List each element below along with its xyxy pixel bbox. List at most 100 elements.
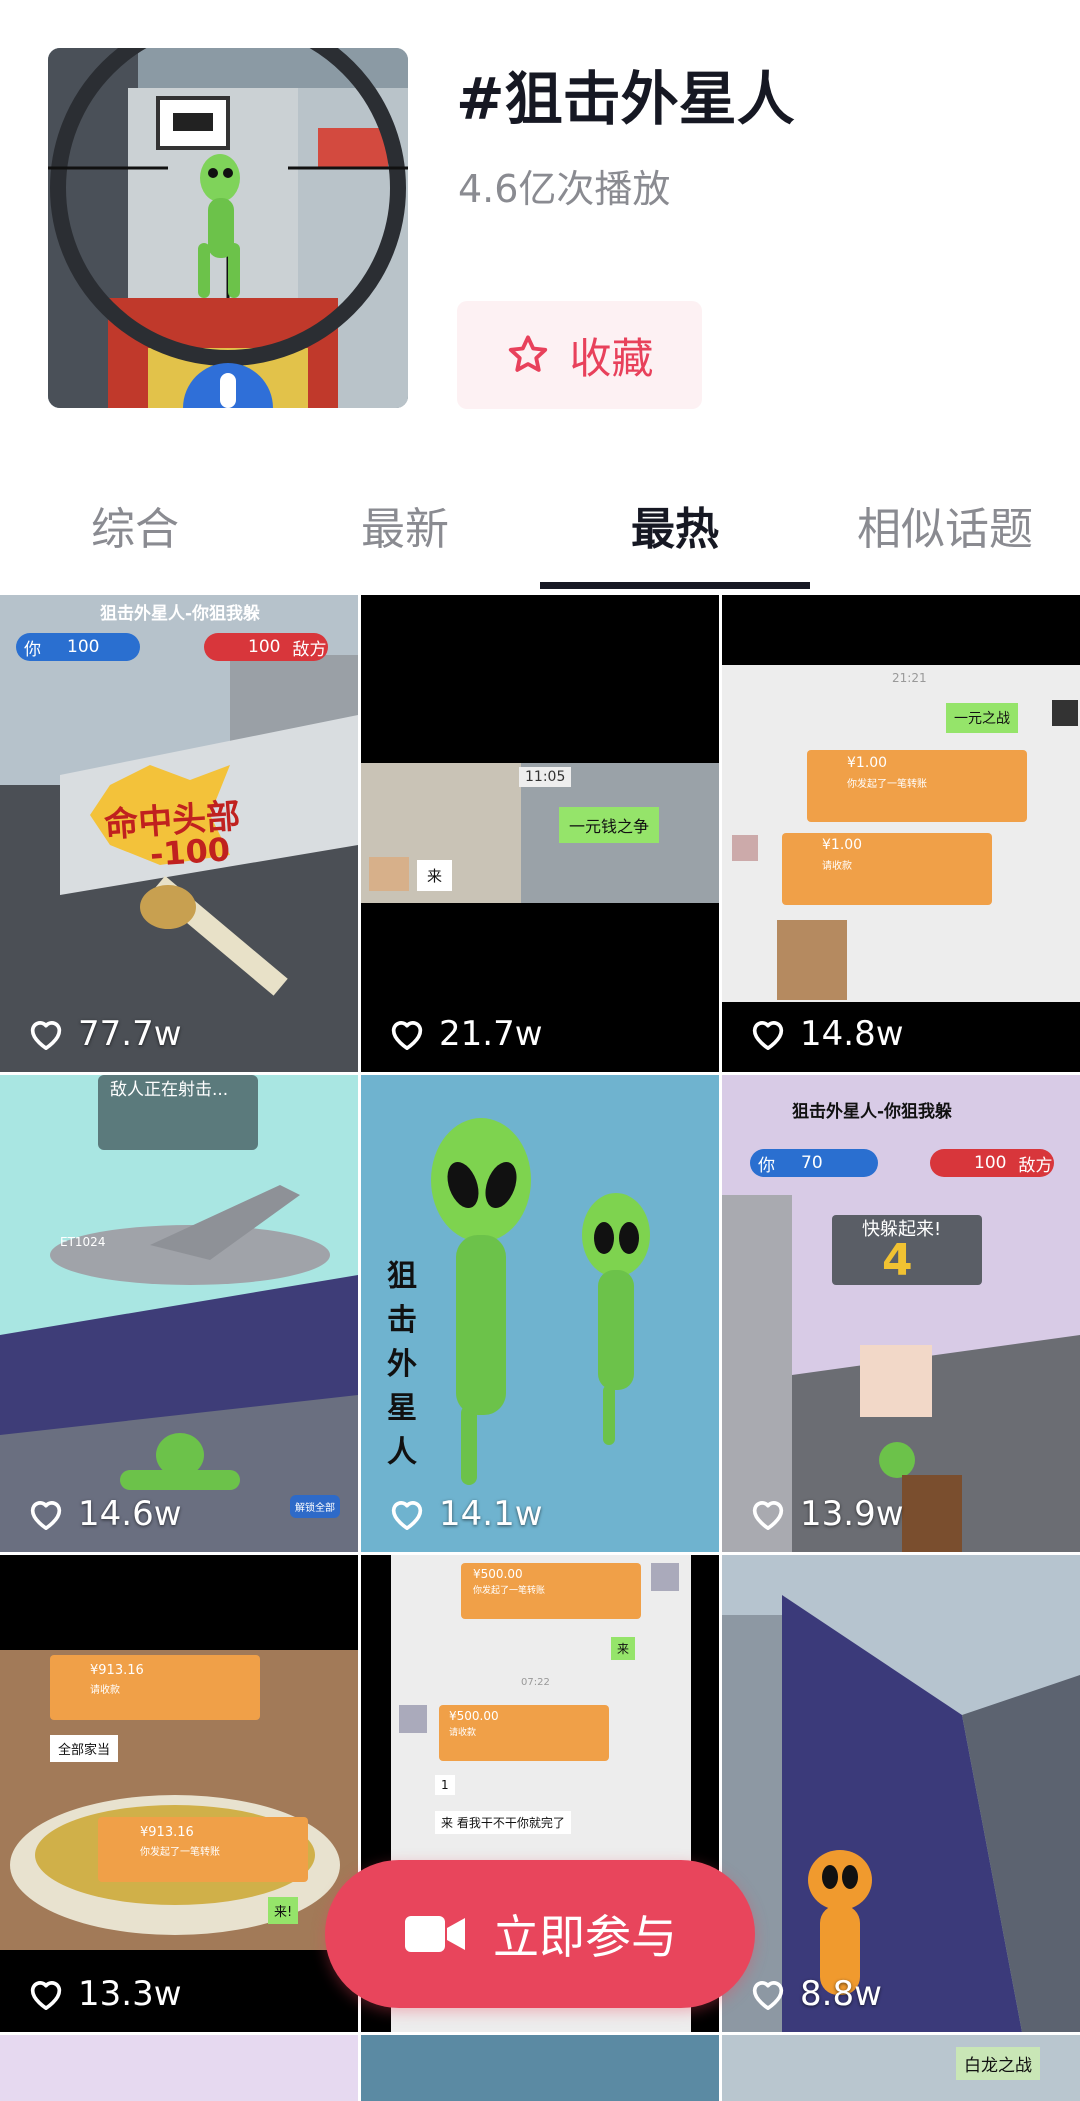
like-count-value: 14.1w [439,1494,543,1534]
topic-title: #狙击外星人 [456,65,795,133]
star-icon [509,335,548,372]
video-card[interactable]: 8.8w [722,1555,1080,2032]
heart-icon [30,1501,62,1530]
transfer-note: 请收款 [822,861,852,872]
video-card[interactable]: 敌人正在射击... ET1024 解锁全部 14.6w [0,1075,358,1552]
video-card-partial[interactable] [361,2035,719,2101]
video-thumbnail [0,1075,358,1552]
chat-time: 21:21 [892,671,927,685]
chat-bubble: 一元之战 [946,703,1018,733]
join-button-label: 立即参与 [493,1910,677,1964]
enemy-label: 敌方 [292,639,327,660]
chat-bubble: 一元钱之争 [559,807,660,843]
like-count: 21.7w [387,1014,543,1054]
plane-id: ET1024 [60,1235,106,1249]
video-thumbnail [722,1555,1080,2032]
transfer-note: 请收款 [449,1728,477,1738]
player-score: 70 [801,1153,823,1173]
chat-reply: 来 [417,860,453,891]
video-card-partial[interactable] [0,2035,358,2101]
like-count: 77.7w [26,1014,182,1054]
tab-hottest[interactable]: 最热 [540,470,810,580]
like-count: 13.9w [748,1494,904,1534]
heart-icon [30,1981,62,2010]
sniper-scope-illustration [48,48,408,408]
countdown-number: 4 [882,1235,913,1286]
enemy-score-bar: 100 敌方 [930,1149,1054,1177]
like-count-value: 14.6w [78,1494,182,1534]
tab-bar: 综合 最新 最热 相似话题 [0,470,1080,590]
enemy-score: 100 [974,1153,1007,1173]
video-card[interactable]: 狙击外星人 14.1w [361,1075,719,1552]
chat-bubble: 来! [268,1897,299,1924]
damage-text: -100 [148,830,232,874]
video-card[interactable]: 狙击外星人-你狙我躲 你 70 100 敌方 快躲起来! 4 13.9w [722,1075,1080,1552]
transfer-note: 你发起了一笔转账 [140,1847,220,1858]
favorite-button[interactable]: 收藏 [457,301,702,409]
like-count-value: 13.3w [78,1974,182,2014]
heart-icon [391,1021,423,1050]
heart-icon [30,1021,62,1050]
like-count-value: 77.7w [78,1014,182,1054]
video-thumbnail [722,595,1080,1072]
tab-comprehensive[interactable]: 综合 [0,470,270,580]
video-thumbnail [722,1075,1080,1552]
chat-bubble: 来 看我干不干你就完了 [435,1811,571,1834]
topic-cover-image [48,48,408,408]
tab-similar-topics[interactable]: 相似话题 [810,470,1080,580]
transfer-note: 请收款 [90,1685,120,1696]
chat-bubble: 1 [435,1775,455,1795]
game-banner: 狙击外星人-你狙我躲 [100,604,261,624]
video-camera-icon [405,1916,465,1952]
like-count-value: 13.9w [800,1494,904,1534]
unlock-button: 解锁全部 [290,1495,340,1518]
favorite-label: 收藏 [569,333,654,383]
video-thumbnail [0,1555,358,2032]
like-count: 14.1w [387,1494,543,1534]
player-score-bar: 你 70 [750,1149,878,1177]
active-tab-indicator [540,582,810,589]
like-count-value: 21.7w [439,1014,543,1054]
enemy-score-bar: 100 敌方 [204,633,328,661]
vertical-title: 狙击外星人 [387,1259,417,1470]
transfer-amount: ¥500.00 [449,1709,499,1723]
like-count-value: 14.8w [800,1014,904,1054]
video-card[interactable]: 11:05 一元钱之争 来 21.7w [361,595,719,1072]
transfer-amount: ¥1.00 [822,837,863,853]
like-count: 13.3w [26,1974,182,2014]
transfer-amount: ¥913.16 [140,1825,194,1840]
heart-icon [391,1501,423,1530]
video-card[interactable]: ¥913.16 请收款 全部家当 ¥913.16 你发起了一笔转账 来! 13.… [0,1555,358,2032]
heart-icon [752,1021,784,1050]
player-label: 你 [758,1155,775,1176]
enemy-score: 100 [248,637,281,657]
partial-card-label: 白龙之战 [956,2047,1040,2080]
video-thumbnail [361,595,719,1072]
video-card[interactable]: 狙击外星人-你狙我躲 你 100 100 敌方 命中头部 -100 77.7w [0,595,358,1072]
heart-icon [752,1501,784,1530]
transfer-amount: ¥500.00 [473,1567,523,1581]
transfer-amount: ¥913.16 [90,1663,144,1678]
play-count: 4.6亿次播放 [458,167,671,211]
like-count: 8.8w [748,1974,882,2014]
video-card[interactable]: 21:21 一元之战 ¥1.00 你发起了一笔转账 ¥1.00 请收款 14.8… [722,595,1080,1072]
chat-bubble: 全部家当 [50,1735,119,1762]
chat-time: 11:05 [519,767,572,787]
like-count: 14.6w [26,1494,182,1534]
transfer-amount: ¥1.00 [847,755,888,771]
game-banner: 狙击外星人-你狙我躲 [792,1102,953,1122]
like-count: 14.8w [748,1014,904,1054]
tab-latest[interactable]: 最新 [270,470,540,580]
game-banner: 敌人正在射击... [110,1080,229,1100]
join-button[interactable]: 立即参与 [325,1860,755,2008]
chat-time: 07:22 [521,1677,550,1688]
transfer-note: 你发起了一笔转账 [847,779,927,790]
player-score: 100 [67,637,100,657]
transfer-note: 你发起了一笔转账 [473,1586,546,1596]
video-card-partial[interactable]: 白龙之战 [722,2035,1080,2101]
like-count-value: 8.8w [800,1974,882,2014]
chat-reply: 来 [611,1637,636,1660]
player-label: 你 [24,639,41,660]
player-score-bar: 你 100 [16,633,140,661]
heart-icon [752,1981,784,2010]
